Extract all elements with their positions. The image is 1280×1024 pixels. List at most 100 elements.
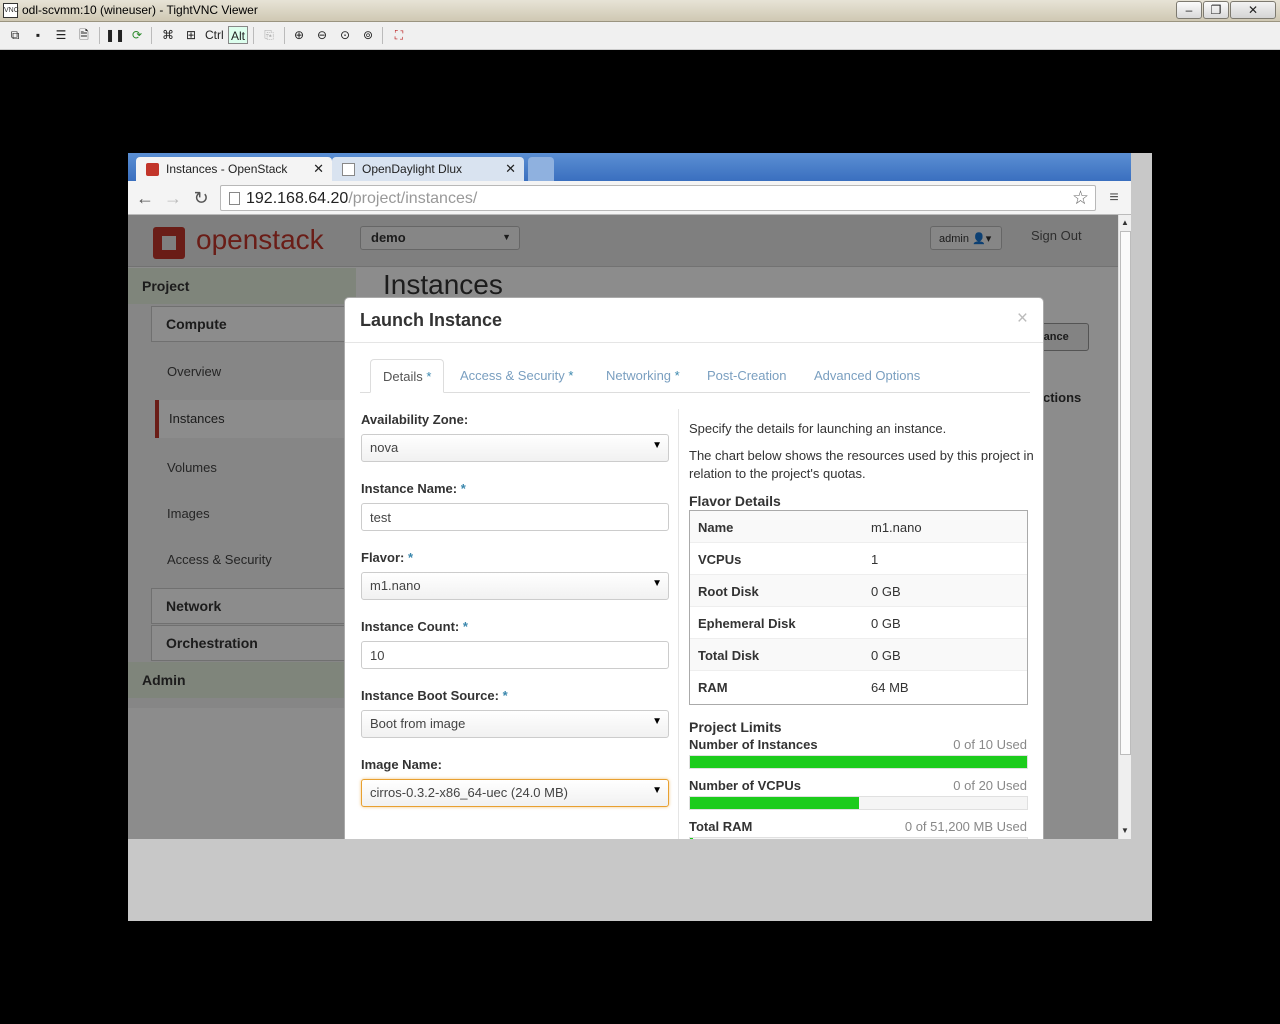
browser-toolbar: ← → ↻ 192.168.64.20/project/instances/ ☆… [128,181,1131,215]
page-icon [229,192,240,205]
scroll-thumb[interactable] [1120,231,1131,755]
table-row: Name m1.nano [690,511,1027,543]
save-icon[interactable]: ▪ [29,26,47,44]
limit-used-vcpus: 0 of 20 Used [953,778,1027,793]
zoom-in-icon[interactable]: ⊕ [290,26,308,44]
info-icon[interactable]: 🗎 [75,26,93,44]
modal-close-icon[interactable]: × [1017,308,1028,330]
modal-title: Launch Instance [360,310,503,330]
tab-post-creation[interactable]: Post-Creation [695,359,798,393]
tab-details[interactable]: Details * [370,359,445,393]
table-row: Root Disk 0 GB [690,575,1027,607]
availability-zone-select[interactable]: nova ▼ [361,434,669,462]
tab-close-icon[interactable]: ✕ [505,157,516,181]
required-mark: * [407,550,414,565]
boot-source-select[interactable]: Boot from image ▼ [361,710,669,738]
table-row: RAM 64 MB [690,671,1027,703]
select-value: cirros-0.3.2-x86_64-uec (24.0 MB) [370,785,568,800]
menu-icon[interactable]: ≡ [1103,187,1125,209]
vnc-window-title: odl-scvmm:10 (wineuser) - TightVNC Viewe… [22,3,258,17]
flavor-details-title: Flavor Details [689,493,781,509]
tab-advanced-options[interactable]: Advanced Options [802,359,932,393]
close-window-button[interactable]: ✕ [1230,1,1276,19]
info-paragraph-2: The chart below shows the resources used… [689,448,1034,481]
limit-name-instances: Number of Instances [689,737,818,752]
required-mark: * [674,368,680,383]
select-value: nova [370,440,399,455]
fullscreen-icon[interactable]: ⛶ [390,26,408,44]
row-value: 0 GB [871,648,901,663]
limit-name-vcpus: Number of VCPUs [689,778,801,793]
boot-source-label: Instance Boot Source: * [361,688,508,703]
tab-networking[interactable]: Networking * [594,359,692,393]
url-host: 192.168.64.20 [246,190,349,207]
alt-key-button[interactable]: Alt [228,26,249,44]
table-row: VCPUs 1 [690,543,1027,575]
tab-instances-openstack[interactable]: Instances - OpenStack ✕ [136,157,332,181]
limit-bar-vcpus [689,796,1028,810]
instance-name-input[interactable] [361,503,669,531]
bookmark-star-icon[interactable]: ☆ [1072,187,1089,210]
limit-bar-fill [690,797,859,809]
instance-name-label: Instance Name: * [361,481,466,496]
dropdown-arrow-icon: ▼ [652,716,662,727]
label-text: Flavor: [361,550,405,565]
restore-button[interactable]: ❐ [1203,1,1229,19]
tab-close-icon[interactable]: ✕ [313,157,324,181]
flavor-select[interactable]: m1.nano ▼ [361,572,669,600]
row-key: Ephemeral Disk [698,616,796,631]
tab-label: Advanced Options [814,368,921,383]
browser-tab-strip: Instances - OpenStack ✕ OpenDaylight Dlu… [128,153,1131,181]
dropdown-arrow-icon: ▼ [652,440,662,451]
limit-bar-fill [690,756,1027,768]
back-icon[interactable]: ← [134,187,156,209]
image-name-select[interactable]: cirros-0.3.2-x86_64-uec (24.0 MB) ▼ [361,779,669,807]
scroll-up-icon[interactable]: ▲ [1121,218,1129,227]
image-name-label: Image Name: [361,757,442,772]
row-value: m1.nano [871,520,922,535]
zoom-100-icon[interactable]: ⊙ [336,26,354,44]
scroll-down-icon[interactable]: ▼ [1121,826,1129,835]
table-row: Ephemeral Disk 0 GB [690,607,1027,639]
options-icon[interactable]: ☰ [52,26,70,44]
required-mark: * [502,688,508,703]
row-key: Name [698,520,734,535]
vnc-title-bar: VNC odl-scvmm:10 (wineuser) - TightVNC V… [0,0,1280,22]
ctrl-key-button[interactable]: Ctrl [205,26,224,44]
limit-used-ram: 0 of 51,200 MB Used [904,819,1027,834]
instance-count-input[interactable] [361,641,669,669]
new-connection-icon[interactable]: ⧉ [6,26,24,44]
tab-label: Instances - OpenStack [166,162,288,176]
reload-icon[interactable]: ↻ [190,187,212,209]
table-row: Total Disk 0 GB [690,639,1027,671]
required-mark: * [460,481,466,496]
row-value: 1 [871,552,879,567]
tab-label: Details [383,369,423,384]
tab-label: OpenDaylight Dlux [362,162,463,176]
ctrl-esc-icon[interactable]: ⊞ [182,26,200,44]
zoom-fit-icon[interactable]: ⊚ [359,26,377,44]
page-scrollbar[interactable]: ▲ ▼ [1118,215,1131,839]
pause-icon[interactable]: ❚❚ [105,26,125,44]
tab-opendaylight-dlux[interactable]: OpenDaylight Dlux ✕ [332,157,524,181]
row-key: Total Disk [698,648,760,663]
row-value: 64 MB [871,680,909,695]
forward-icon[interactable]: → [162,187,184,209]
limit-bar-fill [690,838,694,839]
availability-zone-label: Availability Zone: [361,412,469,427]
new-tab-button[interactable] [528,157,554,181]
zoom-out-icon[interactable]: ⊖ [313,26,331,44]
row-key: Root Disk [698,584,759,599]
row-value: 0 GB [871,616,901,631]
ctrl-alt-del-icon[interactable]: ⌘ [159,26,177,44]
limit-name-ram: Total RAM [689,819,753,834]
minimize-button[interactable]: – [1176,1,1202,19]
dropdown-arrow-icon: ▼ [652,578,662,589]
vnc-app-icon: VNC [3,3,19,18]
clipboard-icon[interactable]: ⎘ [260,26,278,44]
refresh-icon[interactable]: ⟳ [128,26,146,44]
tab-access-security[interactable]: Access & Security * [448,359,585,393]
address-bar[interactable]: 192.168.64.20/project/instances/ ☆ [220,185,1096,211]
row-value: 0 GB [871,584,901,599]
select-value: m1.nano [370,578,421,593]
